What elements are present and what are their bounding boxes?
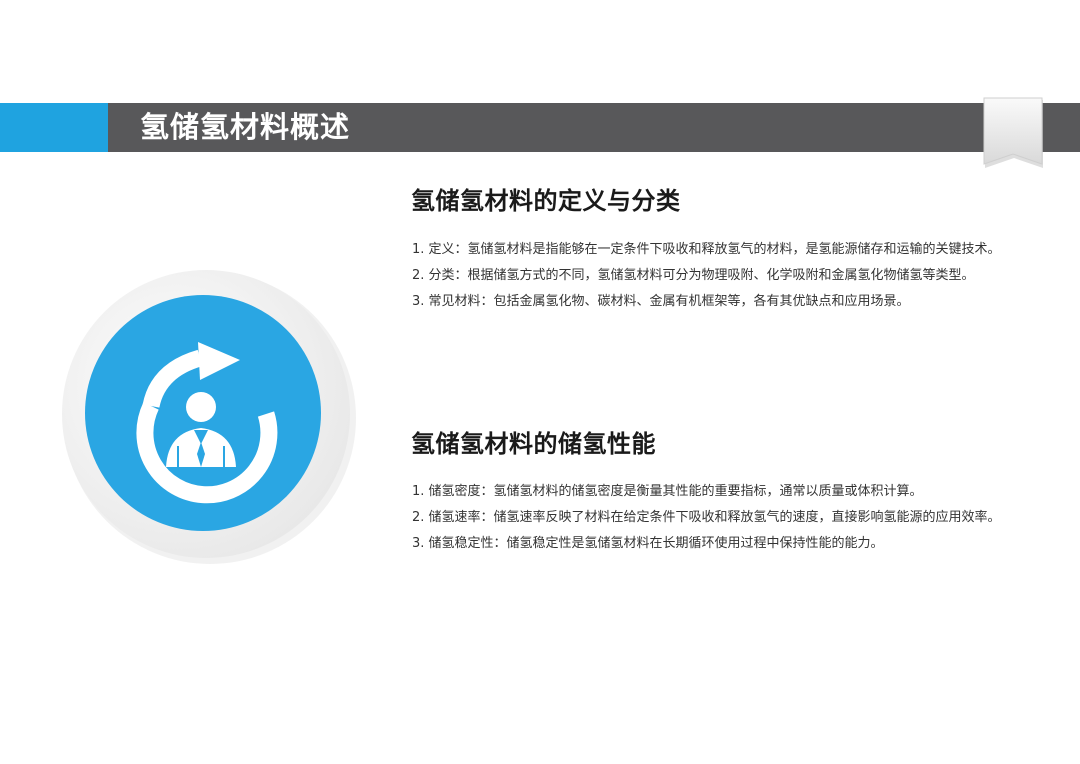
list-item: 3. 常见材料：包括金属氢化物、碳材料、金属有机框架等，各有其优缺点和应用场景。 [412, 294, 910, 309]
list-item: 3. 储氢稳定性：储氢稳定性是氢储氢材料在长期循环使用过程中保持性能的能力。 [412, 536, 884, 551]
performance-list: 1. 储氢密度：氢储氢材料的储氢密度是衡量其性能的重要指标，通常以质量或体积计算… [412, 479, 1008, 557]
section-title-performance: 氢储氢材料的储氢性能 [411, 430, 656, 458]
list-item: 1. 储氢密度：氢储氢材料的储氢密度是衡量其性能的重要指标，通常以质量或体积计算… [412, 484, 923, 499]
person-refresh-icon [62, 270, 356, 564]
bookmark-ribbon-icon [983, 97, 1043, 168]
list-item: 2. 分类：根据储氢方式的不同，氢储氢材料可分为物理吸附、化学吸附和金属氢化物储… [412, 268, 975, 283]
title-bar: 氢储氢材料概述 [0, 103, 1080, 152]
page-title: 氢储氢材料概述 [140, 110, 351, 144]
definition-list: 1. 定义：氢储氢材料是指能够在一定条件下吸收和释放氢气的材料，是氢能源储存和运… [412, 237, 1008, 315]
title-accent-block [0, 103, 108, 152]
section-title-definition: 氢储氢材料的定义与分类 [411, 187, 681, 215]
list-item: 2. 储氢速率：储氢速率反映了材料在给定条件下吸收和释放氢气的速度，直接影响氢能… [412, 510, 1001, 525]
list-item: 1. 定义：氢储氢材料是指能够在一定条件下吸收和释放氢气的材料，是氢能源储存和运… [412, 242, 1001, 257]
